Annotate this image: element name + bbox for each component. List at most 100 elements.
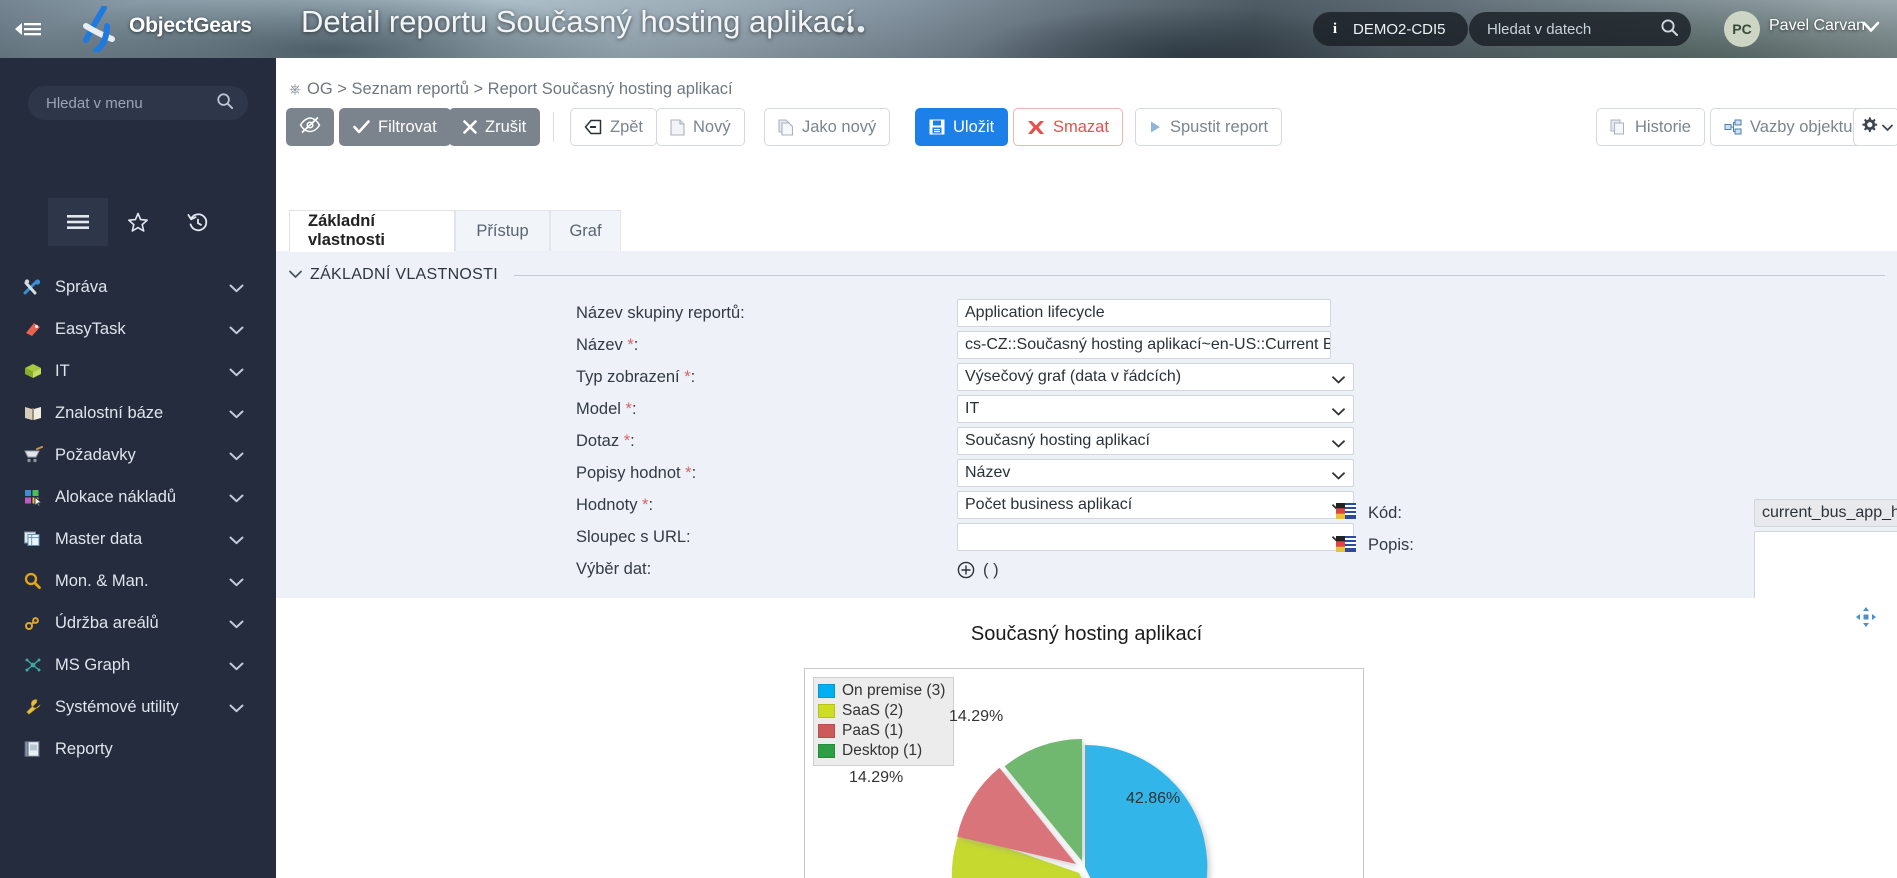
- sidebar-tab-menu[interactable]: [48, 198, 108, 246]
- search-icon[interactable]: [216, 92, 234, 115]
- save-button[interactable]: Uložit: [915, 108, 1009, 146]
- display-type-select[interactable]: Výsečový graf (data v řádcích): [957, 363, 1354, 391]
- model-select[interactable]: IT: [957, 395, 1354, 423]
- name-input[interactable]: cs-CZ::Současný hosting aplikací~en-US::…: [957, 331, 1331, 359]
- chevron-down-icon: [1332, 371, 1345, 389]
- sidebar: Hledat v menu Správa EasyTask IT Znalost…: [0, 58, 276, 878]
- chevron-down-icon[interactable]: [229, 406, 244, 424]
- tab-graf[interactable]: Graf: [550, 210, 621, 252]
- chevron-down-icon[interactable]: [229, 364, 244, 382]
- pie-chart[interactable]: On premise (3) SaaS (2) PaaS (1) Desktop…: [804, 668, 1364, 878]
- hide-filter-button[interactable]: [286, 108, 334, 146]
- values-select[interactable]: Počet business aplikací: [957, 491, 1354, 519]
- back-button[interactable]: Zpět: [570, 108, 658, 146]
- sidebar-item-pozadavky[interactable]: Požadavky: [0, 434, 276, 476]
- og-power-icon[interactable]: ⎈: [289, 81, 301, 98]
- select-value: Výsečový graf (data v řádcích): [965, 368, 1182, 385]
- sidebar-item-label: MS Graph: [55, 655, 131, 674]
- environment-label: DEMO2-CDI5: [1353, 20, 1446, 38]
- sidebar-item-alokace-nakladu[interactable]: Alokace nákladů: [0, 476, 276, 518]
- gear-icon: [1860, 116, 1878, 139]
- star-icon: [128, 212, 148, 232]
- avatar[interactable]: PC: [1724, 11, 1760, 47]
- chevron-down-icon[interactable]: [229, 616, 244, 634]
- section-collapse-icon[interactable]: [289, 266, 302, 284]
- tab-zakladni-vlastnosti[interactable]: Základní vlastnosti: [289, 210, 455, 252]
- chevron-down-icon[interactable]: [229, 448, 244, 466]
- sidebar-item-udrzba-arealu[interactable]: Údržba areálů: [0, 602, 276, 644]
- tables-icon: [22, 529, 44, 549]
- menu-search-input[interactable]: Hledat v menu: [28, 86, 248, 120]
- settings-button[interactable]: [1853, 108, 1897, 146]
- section-title: ZÁKLADNÍ VLASTNOSTI: [310, 266, 498, 283]
- search-icon[interactable]: [1660, 18, 1679, 41]
- delete-button[interactable]: Smazat: [1013, 108, 1123, 146]
- breadcrumb: ⎈ OG > Seznam reportů > Report Současný h…: [289, 80, 733, 99]
- red-x-icon: [1027, 120, 1045, 135]
- object-relations-button[interactable]: Vazby objektu: [1710, 108, 1867, 146]
- sidebar-item-mon-man[interactable]: Mon. & Man.: [0, 560, 276, 602]
- save-as-new-button[interactable]: Jako nový: [764, 108, 891, 146]
- data-search-input[interactable]: Hledat v datech: [1469, 12, 1691, 46]
- tools-icon: [22, 277, 44, 297]
- sidebar-tab-history[interactable]: [168, 198, 228, 246]
- check-icon: [353, 120, 370, 134]
- sidebar-item-it[interactable]: IT: [0, 350, 276, 392]
- label-text: Popisy hodnot: [576, 464, 681, 482]
- cancel-button[interactable]: Zrušit: [449, 108, 541, 146]
- add-data-selection-icon[interactable]: [957, 561, 975, 584]
- sidebar-tabs: [48, 198, 228, 246]
- field-label-popisy-hodnot: Popisy hodnot *:: [576, 464, 697, 482]
- relations-icon: [1724, 119, 1742, 135]
- value-labels-select[interactable]: Název: [957, 459, 1354, 487]
- field-label-sloupec-s-url: Sloupec s URL:: [576, 528, 691, 547]
- tab-label: Přístup: [476, 222, 529, 240]
- chevron-down-icon[interactable]: [229, 700, 244, 718]
- chevron-down-icon[interactable]: [229, 280, 244, 298]
- chevron-down-icon[interactable]: [229, 574, 244, 592]
- sidebar-item-easytask[interactable]: EasyTask: [0, 308, 276, 350]
- history-button[interactable]: Historie: [1596, 108, 1705, 146]
- sidebar-tab-favorites[interactable]: [108, 198, 168, 246]
- breadcrumb-text[interactable]: OG > Seznam reportů > Report Současný ho…: [307, 80, 733, 98]
- report-group-name-input[interactable]: Application lifecycle: [957, 299, 1331, 327]
- tab-pristup[interactable]: Přístup: [455, 210, 550, 252]
- language-flag-icon[interactable]: [1336, 503, 1356, 519]
- grid-select-icon: [22, 487, 44, 507]
- code-value: current_bus_app_hosting: [1762, 504, 1897, 521]
- user-name[interactable]: Pavel Carvan: [1769, 17, 1865, 35]
- sidebar-item-systemove-utility[interactable]: Systémové utility: [0, 686, 276, 728]
- url-column-select[interactable]: [957, 523, 1354, 551]
- tag-icon: [22, 319, 44, 339]
- move-handle-icon[interactable]: [1855, 606, 1877, 633]
- chevron-down-icon[interactable]: [229, 490, 244, 508]
- brand-name[interactable]: ObjectGears: [129, 14, 252, 38]
- legend-item[interactable]: On premise (3): [818, 681, 945, 701]
- chevron-down-icon[interactable]: [1862, 20, 1880, 38]
- field-label-vyber-dat: Výběr dat:: [576, 560, 651, 579]
- sidebar-item-master-data[interactable]: Master data: [0, 518, 276, 560]
- x-icon: [463, 120, 477, 134]
- language-flag-icon[interactable]: [1336, 536, 1356, 552]
- legend-label: Desktop (1): [842, 742, 923, 759]
- new-button[interactable]: Nový: [656, 108, 745, 146]
- pie-label-desktop: 14.29%: [949, 708, 1004, 725]
- filter-button[interactable]: Filtrovat: [339, 108, 451, 146]
- sidebar-item-znalostni-baze[interactable]: Znalostní báze: [0, 392, 276, 434]
- query-select[interactable]: Současný hosting aplikací: [957, 427, 1354, 455]
- sidebar-item-label: Systémové utility: [55, 697, 179, 716]
- environment-badge[interactable]: i DEMO2-CDI5: [1313, 12, 1468, 46]
- sidebar-item-sprava[interactable]: Správa: [0, 266, 276, 308]
- run-report-button-label: Spustit report: [1170, 117, 1269, 136]
- sidebar-collapse-icon[interactable]: [8, 14, 48, 44]
- chevron-down-icon[interactable]: [229, 322, 244, 340]
- sidebar-item-ms-graph[interactable]: MS Graph: [0, 644, 276, 686]
- chevron-down-icon: [1881, 118, 1893, 137]
- chevron-down-icon[interactable]: [229, 532, 244, 550]
- title-more-icon[interactable]: •••: [836, 16, 867, 44]
- code-field: current_bus_app_hosting: [1754, 499, 1897, 527]
- sidebar-item-reporty[interactable]: Reporty: [0, 728, 276, 770]
- top-header-bar: ObjectGears Detail reportu Současný host…: [0, 0, 1897, 58]
- chevron-down-icon[interactable]: [229, 658, 244, 676]
- run-report-button[interactable]: Spustit report: [1135, 108, 1283, 146]
